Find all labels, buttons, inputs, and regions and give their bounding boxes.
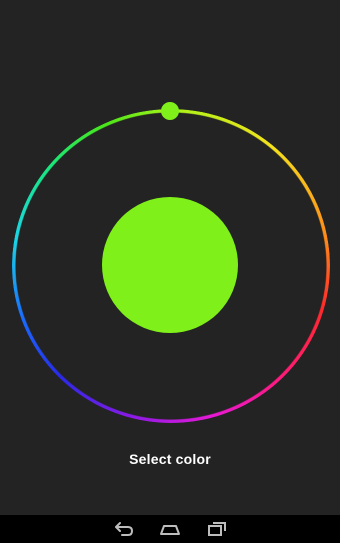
color-preview-swatch[interactable] [102, 197, 238, 333]
home-icon[interactable] [157, 519, 183, 539]
system-navigation-bar [0, 515, 340, 543]
recent-apps-icon[interactable] [204, 519, 230, 539]
hue-handle[interactable] [161, 102, 179, 120]
back-icon[interactable] [111, 519, 137, 539]
new-color-half[interactable] [170, 197, 238, 333]
color-picker-screen: Select color [0, 0, 340, 515]
select-color-button[interactable]: Select color [0, 451, 340, 467]
previous-color-half[interactable] [102, 197, 170, 333]
